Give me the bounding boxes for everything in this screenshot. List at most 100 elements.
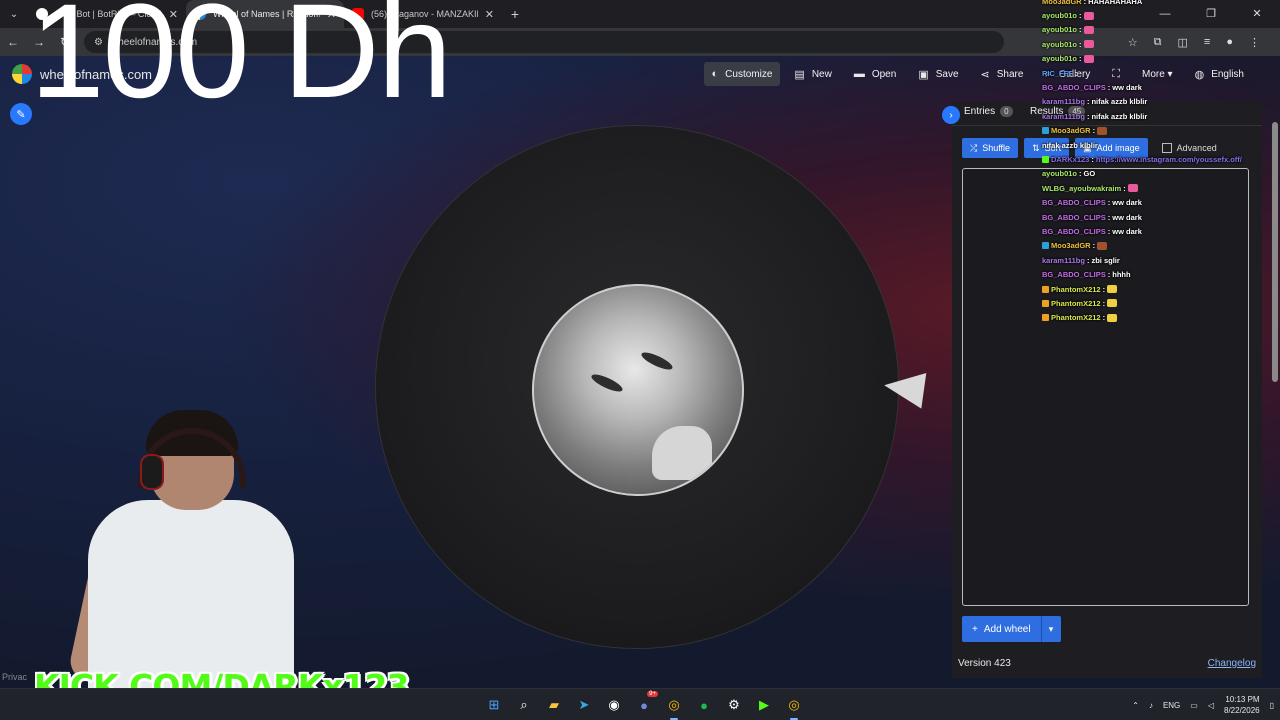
chat-separator: : xyxy=(1079,169,1082,179)
system-tray: ⌃ ♪ ENG ▭ ◁ 10:13 PM 8/22/2026 ▯ xyxy=(1132,689,1274,720)
steam-icon[interactable]: ⚙ xyxy=(722,693,746,717)
volume-icon[interactable]: ◁ xyxy=(1208,701,1214,710)
sort-icon: ⇅ xyxy=(1032,142,1040,153)
clock[interactable]: 10:13 PM 8/22/2026 xyxy=(1224,694,1260,716)
shuffle-icon: ⤮ xyxy=(970,142,978,153)
language-indicator[interactable]: ENG xyxy=(1163,701,1180,710)
chat-separator: : xyxy=(1107,83,1111,93)
add-wheel-dropdown-icon[interactable]: ▾ xyxy=(1040,616,1061,642)
webcam-detail xyxy=(142,456,162,488)
chat-message: PhantomX212 : xyxy=(1042,296,1278,310)
chrome-icon[interactable]: ◎ xyxy=(662,693,686,720)
shuffle-label: Shuffle xyxy=(982,143,1011,153)
start-icon[interactable]: ⊞ xyxy=(482,693,506,717)
open-button[interactable]: ▬ Open xyxy=(846,62,904,86)
notifications-icon[interactable]: ▯ xyxy=(1270,701,1274,710)
tab-entries[interactable]: Entries 0 xyxy=(964,106,1013,117)
chat-message: ayoub01o : xyxy=(1042,52,1278,66)
network-icon[interactable]: ▭ xyxy=(1190,701,1198,710)
microphone-icon[interactable]: ♪ xyxy=(1149,701,1153,710)
menu-label: New xyxy=(811,68,832,80)
chat-username: WLBG_ayoubwakraim xyxy=(1042,183,1122,193)
chat-message: nifak azzb klblir xyxy=(1042,138,1278,152)
menu-label: Open xyxy=(871,68,897,80)
chat-emote-icon xyxy=(1127,184,1138,193)
chat-username: karam111bg xyxy=(1042,255,1085,265)
new-file-icon: ▤ xyxy=(794,68,805,81)
close-tab-icon[interactable]: ✕ xyxy=(485,8,494,21)
chat-username: ayoub01o xyxy=(1042,11,1078,21)
telegram-icon[interactable]: ➤ xyxy=(572,693,596,717)
chat-message: BG_ABDO_CLIPS : ww dark xyxy=(1042,80,1278,94)
menu-label: Share xyxy=(996,68,1024,80)
notification-badge: 9+ xyxy=(647,691,658,697)
new-tab-button[interactable]: + xyxy=(502,6,528,22)
chat-separator: : xyxy=(1091,154,1094,164)
chrome-profile-icon[interactable]: ◎ xyxy=(782,693,806,720)
chat-emote-icon xyxy=(1097,241,1108,250)
new-button[interactable]: ▤ New xyxy=(786,62,839,86)
chat-username: karam111bg xyxy=(1042,97,1085,107)
collapse-panel-icon[interactable]: › xyxy=(942,106,960,124)
taskbar-apps: ⊞ ⌕ ▰ ➤ ◉ ● 9+ ◎ ● ⚙ ▶ ◎ xyxy=(482,691,806,720)
panel-footer: Version 423 Changelog xyxy=(958,658,1256,669)
chat-separator: : xyxy=(1092,241,1096,251)
webcam-overlay xyxy=(66,410,310,690)
chat-emote-icon xyxy=(1097,126,1108,135)
changelog-link[interactable]: Changelog xyxy=(1208,658,1256,669)
chat-message: Moo3adGR : HAHAHAHAHA xyxy=(1042,0,1278,8)
wheel-pointer-icon xyxy=(881,367,927,409)
chat-text: hhhh xyxy=(1112,270,1131,280)
share-button[interactable]: ⋖ Share xyxy=(973,62,1032,86)
chat-username: BG_ABDO_CLIPS xyxy=(1042,270,1106,280)
chat-text: nifak azzb klblir xyxy=(1091,97,1148,107)
chat-text: ww dark xyxy=(1112,226,1142,236)
pencil-icon: ✎ xyxy=(16,108,26,121)
chat-username: BG_ABDO_CLIPS xyxy=(1042,226,1106,236)
chat-text: ww dark xyxy=(1112,212,1142,222)
menu-label: Save xyxy=(935,68,959,80)
tray-chevron-icon[interactable]: ⌃ xyxy=(1132,701,1139,710)
chat-username: ayoub01o xyxy=(1042,39,1078,49)
tab-search-icon[interactable]: ⌄ xyxy=(0,0,28,28)
chat-separator: : xyxy=(1102,284,1106,294)
chat-text: zbi sglir xyxy=(1091,255,1120,265)
chat-badge-icon xyxy=(1042,127,1049,135)
obs-icon[interactable]: ◉ xyxy=(602,693,626,717)
search-icon[interactable]: ⌕ xyxy=(512,693,536,717)
add-wheel-group: + Add wheel ▾ xyxy=(962,616,1061,642)
spotify-icon[interactable]: ● xyxy=(692,693,716,717)
discord-icon[interactable]: ● 9+ xyxy=(632,691,658,717)
chat-message: karam111bg : nifak azzb klblir xyxy=(1042,95,1278,109)
chat-message: ayoub01o : GO xyxy=(1042,167,1278,181)
edit-title-button[interactable]: ✎ xyxy=(10,103,32,125)
shuffle-button[interactable]: ⤮ Shuffle xyxy=(962,138,1019,158)
add-wheel-label: Add wheel xyxy=(983,623,1031,635)
chat-username: DARKx123 xyxy=(1051,154,1090,164)
chat-message: BG_ABDO_CLIPS : hhhh xyxy=(1042,267,1278,281)
wheel-center-image[interactable] xyxy=(532,284,744,496)
privacy-link[interactable]: Privac xyxy=(2,672,27,682)
chat-emote-icon xyxy=(1107,313,1118,322)
chat-username: PhantomX212 xyxy=(1051,298,1101,308)
save-button[interactable]: ▣ Save xyxy=(910,62,966,86)
chat-text: ww dark xyxy=(1112,198,1142,208)
chat-message: karam111bg : zbi sglir xyxy=(1042,253,1278,267)
chat-message: PhantomX212 : xyxy=(1042,311,1278,325)
chat-username: PhantomX212 xyxy=(1051,284,1101,294)
stream-overlay-text: 100 Dh xyxy=(30,0,452,126)
customize-button[interactable]: ◐ Customize xyxy=(703,62,781,86)
chat-message: karam111bg : nifak azzb klblir xyxy=(1042,109,1278,123)
kick-app-icon[interactable]: ▶ xyxy=(752,693,776,717)
chat-badge-icon xyxy=(1042,314,1049,322)
chat-text: nifak azzb klblir xyxy=(1042,140,1098,150)
file-explorer-icon[interactable]: ▰ xyxy=(542,693,566,717)
add-wheel-button[interactable]: + Add wheel xyxy=(962,616,1041,642)
chat-message: DARKx123 : https://www.instagram.com/you… xyxy=(1042,152,1278,166)
chat-badge-icon xyxy=(1042,299,1049,307)
back-icon[interactable]: ← xyxy=(0,35,26,49)
chat-message: BG_ABDO_CLIPS : ww dark xyxy=(1042,210,1278,224)
chat-message: RIC_FFF : xyxy=(1042,66,1278,80)
chat-separator: : xyxy=(1086,255,1090,265)
chat-emote-icon xyxy=(1107,299,1118,308)
